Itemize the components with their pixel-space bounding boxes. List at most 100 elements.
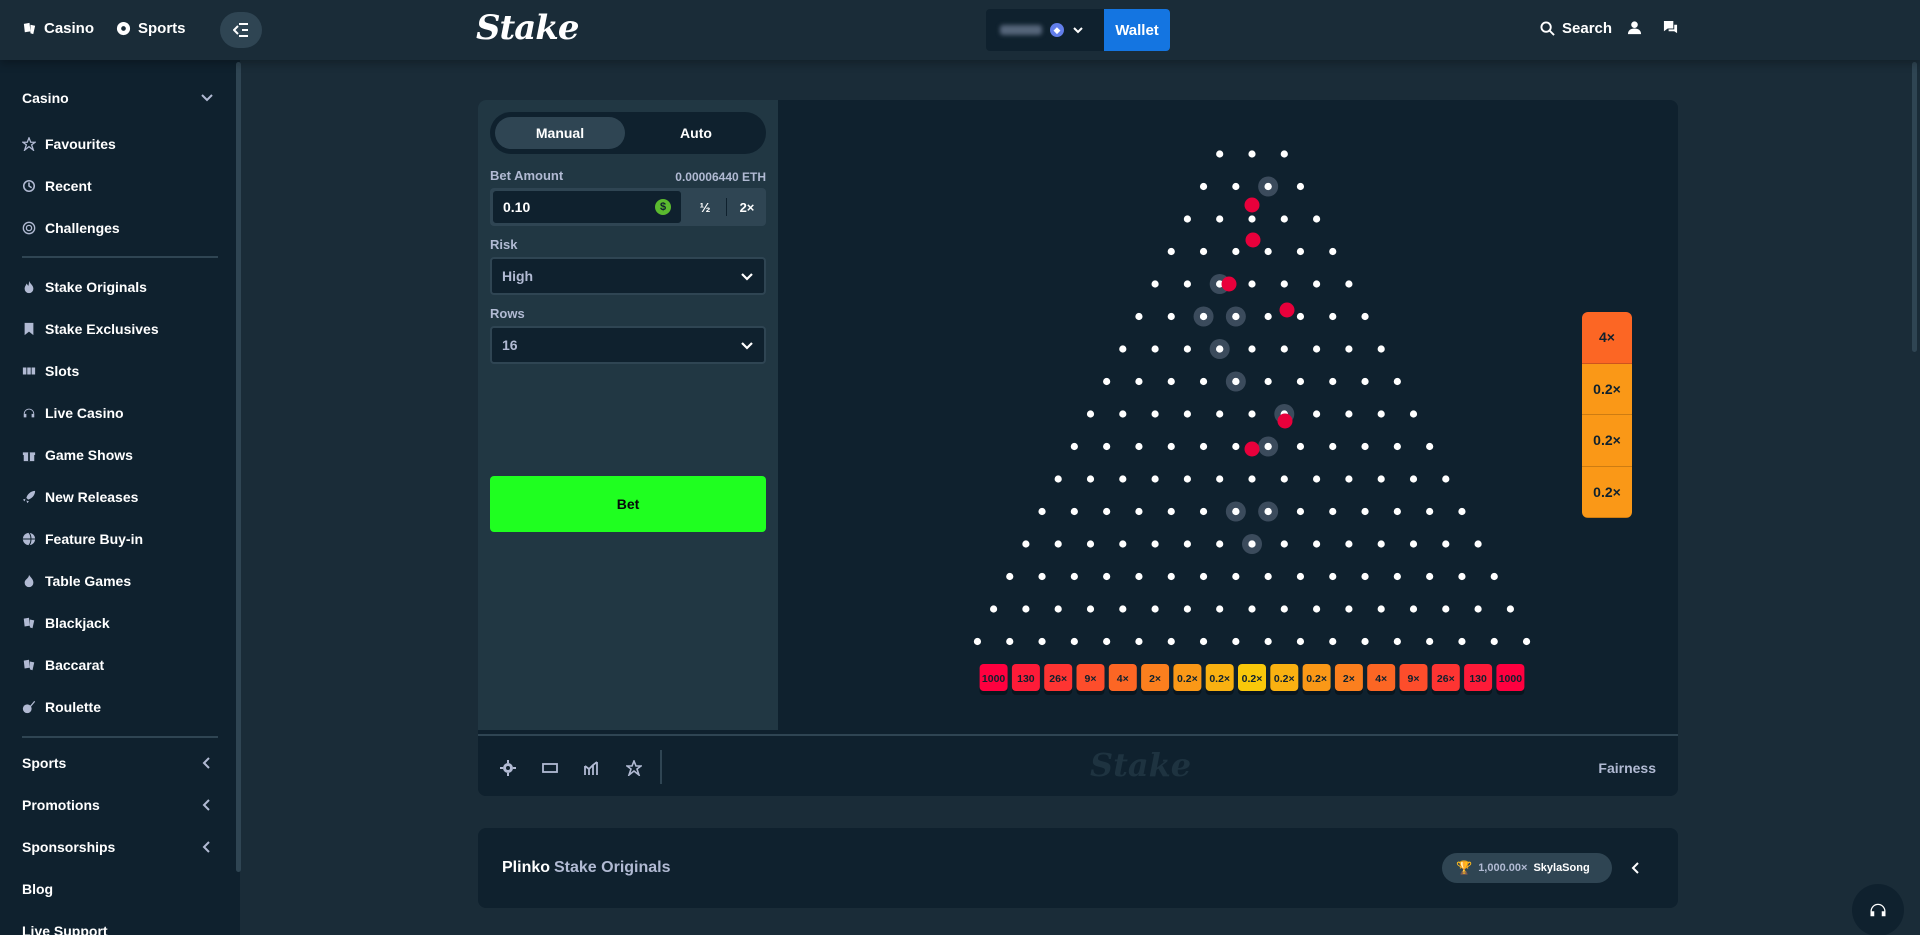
chevron-down-icon[interactable]: [200, 90, 214, 104]
sidebar-item-table-games[interactable]: Table Games: [22, 573, 131, 589]
casino-tab[interactable]: Casino: [22, 20, 94, 37]
chevron-left-icon[interactable]: [1628, 860, 1644, 876]
plinko-peg: [1313, 475, 1321, 483]
plinko-peg: [1086, 410, 1095, 418]
stats-icon[interactable]: [584, 760, 600, 776]
chevron-left-icon[interactable]: [200, 798, 214, 812]
sidebar-item-label: Blog: [22, 881, 54, 897]
half-bet-button[interactable]: ½: [684, 188, 726, 226]
slots-icon: [22, 367, 36, 375]
user-icon: [1627, 21, 1642, 35]
live-support-button[interactable]: [1852, 884, 1904, 935]
sidebar-item-feature-buy-in[interactable]: Feature Buy-in: [22, 531, 143, 547]
plinko-peg: [1183, 215, 1191, 223]
gift-icon: [22, 452, 36, 462]
sidebar-item-challenges[interactable]: Challenges: [22, 220, 120, 236]
page-scrollbar[interactable]: [1912, 62, 1917, 352]
sidebar-casino-header[interactable]: Casino: [22, 90, 69, 106]
sidebar-item-baccarat[interactable]: Baccarat: [22, 657, 104, 673]
top-win-user: SkylaSong: [1533, 862, 1590, 874]
plinko-peg: [1313, 605, 1321, 613]
plinko-peg: [1199, 377, 1208, 386]
game-provider[interactable]: Stake Originals: [554, 859, 671, 877]
sidebar-item-blog[interactable]: Blog: [22, 881, 53, 897]
plinko-peg: [1151, 475, 1159, 483]
sidebar-item-sponsorships[interactable]: Sponsorships: [22, 839, 115, 855]
wallet-button[interactable]: Wallet: [1104, 9, 1170, 51]
multiplier-label: 0.2×: [1306, 673, 1327, 685]
search-button[interactable]: Search: [1540, 20, 1612, 37]
headset-icon: [23, 408, 35, 418]
plinko-peg: [1329, 507, 1337, 516]
flame-icon: [24, 574, 34, 588]
fire-icon: [24, 280, 34, 294]
cards-icon: [23, 659, 35, 671]
target-icon: [22, 221, 36, 235]
sidebar-item-label: Live Casino: [45, 405, 124, 421]
plinko-peg: [1377, 410, 1385, 418]
plinko-peg: [1167, 572, 1175, 581]
manual-tab[interactable]: Manual: [495, 117, 625, 149]
plinko-peg: [1070, 442, 1078, 451]
sidebar-item-live-support[interactable]: Live Support: [22, 923, 108, 935]
sidebar-item-label: Promotions: [22, 797, 100, 813]
sidebar-item-live-casino[interactable]: Live Casino: [22, 405, 124, 421]
star-icon[interactable]: [626, 760, 642, 776]
sidebar-item-stake-originals[interactable]: Stake Originals: [22, 279, 147, 295]
stake-watermark: Stake: [1090, 746, 1192, 784]
double-bet-button[interactable]: 2×: [726, 188, 768, 226]
plinko-peg: [1232, 377, 1240, 386]
multiplier-label: 9×: [1085, 673, 1097, 685]
sports-tab[interactable]: Sports: [116, 20, 186, 37]
rows-select[interactable]: 16: [490, 326, 766, 364]
plinko-peg: [1296, 637, 1305, 646]
balance-selector[interactable]: ◆: [986, 9, 1104, 51]
sidebar-item-sports[interactable]: Sports: [22, 755, 66, 771]
plinko-peg: [1264, 182, 1272, 191]
sidebar-item-new-releases[interactable]: New Releases: [22, 489, 138, 505]
chat-button[interactable]: [1663, 20, 1678, 35]
plinko-peg: [1426, 572, 1434, 581]
top-win-badge[interactable]: 🏆 1,000.00× SkylaSong: [1442, 853, 1612, 883]
sidebar-item-promotions[interactable]: Promotions: [22, 797, 100, 813]
plinko-peg: [1426, 442, 1434, 451]
profile-button[interactable]: [1627, 20, 1642, 35]
sidebar-item-roulette[interactable]: Roulette: [22, 699, 101, 715]
sidebar-item-recent[interactable]: Recent: [22, 178, 92, 194]
fairness-link[interactable]: Fairness: [1598, 760, 1656, 776]
theatre-mode-icon[interactable]: [542, 760, 558, 776]
bet-button[interactable]: Bet: [490, 476, 766, 532]
plinko-peg: [1264, 637, 1272, 646]
stake-logo[interactable]: Stake: [476, 8, 579, 48]
plinko-peg: [1264, 312, 1272, 321]
plinko-peg: [1409, 605, 1418, 613]
plinko-peg: [1216, 410, 1224, 418]
plinko-peg: [1345, 280, 1353, 288]
plinko-peg: [1054, 475, 1062, 483]
cards-icon: [23, 22, 36, 35]
history-entry: 0.2×: [1582, 415, 1632, 467]
gear-icon[interactable]: [500, 760, 516, 776]
plinko-peg: [1183, 540, 1191, 548]
plinko-peg: [1054, 605, 1062, 613]
sidebar-item-blackjack[interactable]: Blackjack: [22, 615, 110, 631]
sidebar-item-favourites[interactable]: Favourites: [22, 136, 116, 152]
chevron-left-icon[interactable]: [200, 840, 214, 854]
history-entry: 0.2×: [1582, 466, 1632, 518]
plinko-peg: [1070, 572, 1078, 581]
sidebar-collapse-button[interactable]: [220, 12, 262, 48]
sidebar-scrollbar[interactable]: [236, 62, 241, 872]
sidebar-item-label: Challenges: [45, 220, 120, 236]
risk-select[interactable]: High: [490, 257, 766, 295]
sidebar-item-stake-exclusives[interactable]: Stake Exclusives: [22, 321, 159, 337]
plinko-peg: [1442, 605, 1450, 613]
auto-tab[interactable]: Auto: [631, 117, 761, 149]
rows-value: 16: [502, 337, 518, 353]
sidebar-item-game-shows[interactable]: Game Shows: [22, 447, 133, 463]
chevron-left-icon[interactable]: [200, 756, 214, 770]
plinko-peg: [1199, 507, 1208, 516]
sidebar-item-slots[interactable]: Slots: [22, 363, 79, 379]
plinko-peg: [1280, 280, 1288, 288]
plinko-peg: [1345, 345, 1353, 353]
bet-amount-input[interactable]: 0.10 $: [492, 190, 682, 224]
